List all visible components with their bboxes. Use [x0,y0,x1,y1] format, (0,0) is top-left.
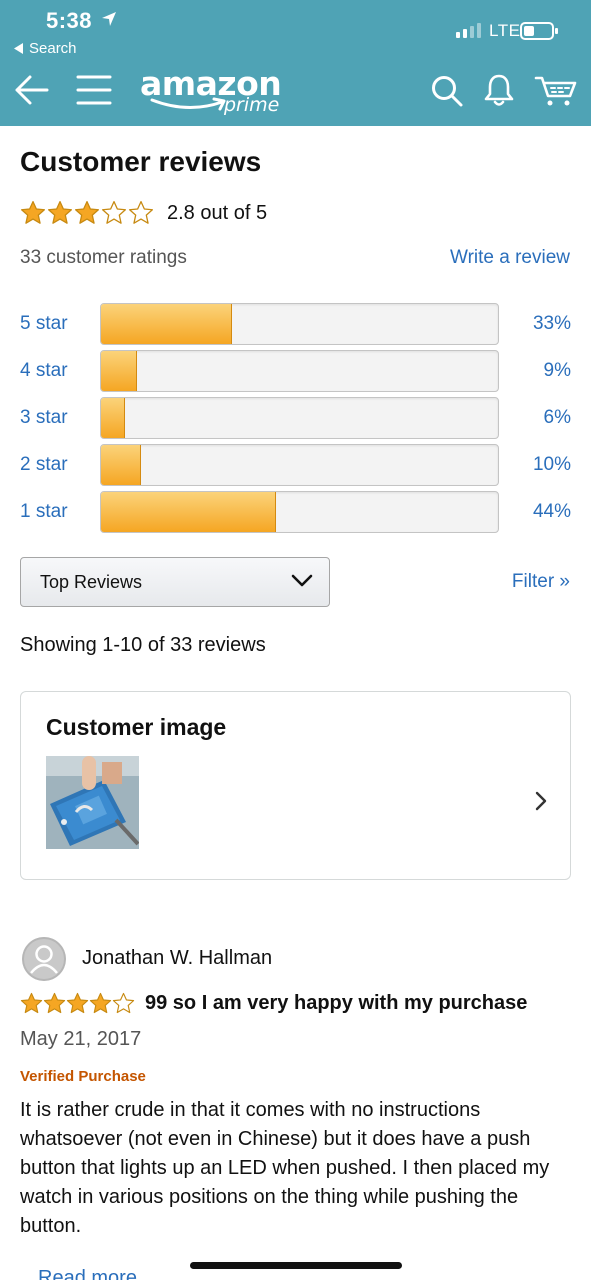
star-icon [74,200,100,224]
histogram-bar[interactable] [100,397,499,439]
status-time: 5:38 [46,8,93,33]
histogram-percent[interactable]: 44% [499,501,571,523]
chevron-right-icon[interactable] [534,790,548,812]
reviewer-avatar[interactable] [22,937,66,981]
histogram-bar[interactable] [100,491,499,533]
back-triangle-icon [14,43,23,54]
review-rating[interactable]: 99 so I am very happy with my purchase [20,992,527,1015]
average-rating-stars [20,200,155,226]
review-title[interactable]: 99 so I am very happy with my purchase [145,992,527,1015]
read-more-link[interactable]: Read more [38,1264,137,1280]
star-icon [89,992,112,1014]
amazon-prime-logo[interactable]: amazon prime [140,64,290,120]
showing-count: Showing 1-10 of 33 reviews [20,634,266,656]
review-body: It is rather crude in that it comes with… [20,1099,550,1237]
battery-icon [520,22,558,40]
review-stars [20,992,135,1015]
histogram-bar-fill [101,492,276,532]
histogram-row[interactable]: 5 star 33% [20,303,571,345]
reviewer-name[interactable]: Jonathan W. Hallman [82,947,272,970]
back-app-label: Search [29,40,77,57]
ratings-count: 33 customer ratings [20,247,187,268]
person-icon [22,937,66,981]
star-icon [20,992,43,1014]
bell-icon[interactable] [482,72,516,108]
back-to-app-link[interactable]: Search [14,40,77,57]
network-label: LTE [489,21,521,40]
customer-image-thumbnail[interactable] [46,756,139,849]
app-header: 5:38 Search LTE amazon prime [0,0,591,126]
write-review-link[interactable]: Write a review [450,247,570,269]
histogram-label[interactable]: 2 star [20,454,100,476]
histogram-row[interactable]: 3 star 6% [20,397,571,439]
histogram-row[interactable]: 4 star 9% [20,350,571,392]
histogram-row[interactable]: 1 star 44% [20,491,571,533]
star-icon [66,992,89,1014]
histogram-label[interactable]: 3 star [20,407,100,429]
histogram-bar[interactable] [100,350,499,392]
histogram-percent[interactable]: 33% [499,313,571,335]
star-icon [20,200,46,224]
histogram-bar-fill [101,398,125,438]
histogram-row[interactable]: 2 star 10% [20,444,571,486]
sort-dropdown[interactable]: Top Reviews [20,557,330,607]
customer-image-title: Customer image [46,714,227,740]
star-icon [128,200,154,224]
average-rating[interactable]: 2.8 out of 5 [20,200,267,226]
histogram-label[interactable]: 1 star [20,501,100,523]
location-arrow-icon [102,12,116,26]
cart-icon[interactable] [534,74,578,108]
star-icon [112,992,135,1014]
customer-photo [46,756,139,849]
back-arrow-icon[interactable] [14,72,50,108]
histogram-percent[interactable]: 6% [499,407,571,429]
menu-icon[interactable] [76,74,112,106]
logo-tier: prime [224,94,280,116]
star-icon [47,200,73,224]
customer-image-card[interactable]: Customer image [20,691,571,880]
histogram-label[interactable]: 5 star [20,313,100,335]
page-title: Customer reviews [20,146,262,177]
sort-selected-value: Top Reviews [40,571,143,592]
star-icon [43,992,66,1014]
histogram-bar-fill [101,304,232,344]
histogram-bar[interactable] [100,444,499,486]
histogram-bar-fill [101,351,137,391]
home-indicator [190,1262,402,1269]
signal-icon [456,23,481,38]
histogram-percent[interactable]: 9% [499,360,571,382]
chevron-down-icon [291,574,313,587]
search-icon[interactable] [430,74,464,108]
histogram-bar[interactable] [100,303,499,345]
filter-link[interactable]: Filter » [512,571,570,593]
rating-text: 2.8 out of 5 [167,201,268,224]
review-date: May 21, 2017 [20,1028,142,1050]
verified-purchase-badge: Verified Purchase [20,1068,146,1085]
star-icon [101,200,127,224]
histogram-bar-fill [101,445,141,485]
histogram-percent[interactable]: 10% [499,454,571,476]
histogram-label[interactable]: 4 star [20,360,100,382]
smile-arrow-icon [150,97,226,111]
